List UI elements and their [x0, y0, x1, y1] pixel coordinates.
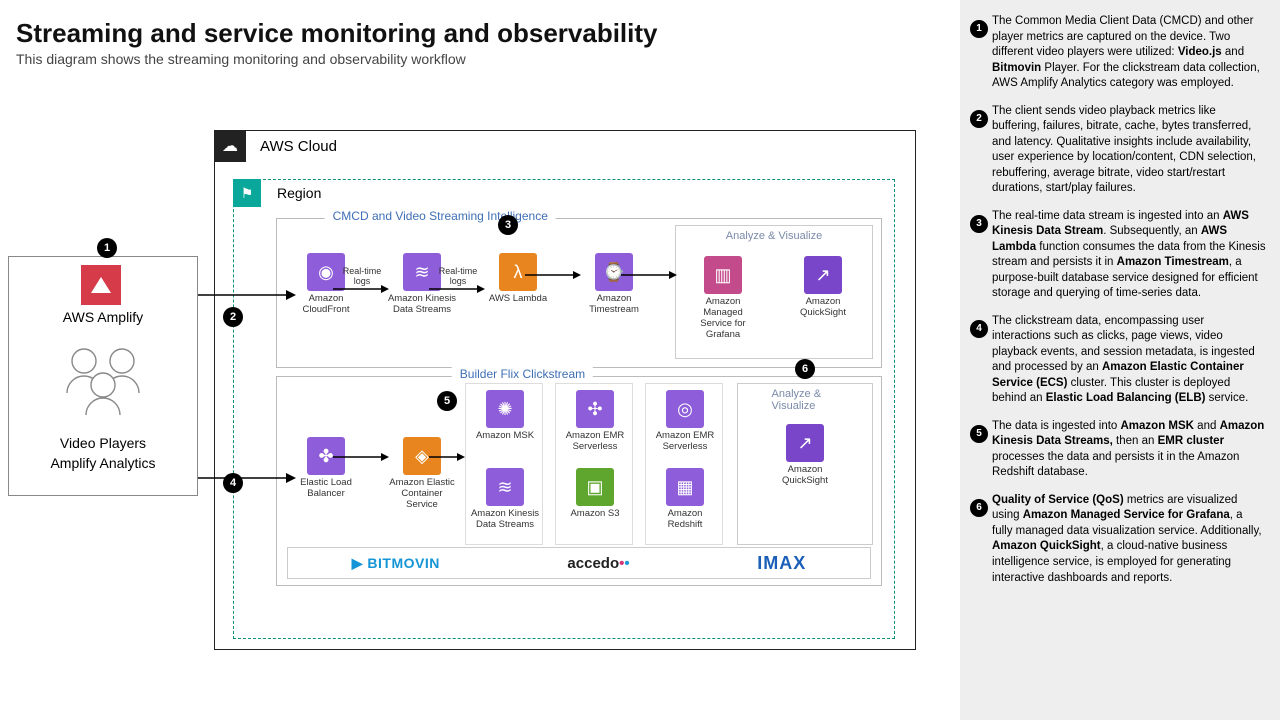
note-badge-1: 1 — [970, 20, 988, 38]
redshift-icon: ▦ — [666, 468, 704, 506]
ecs-label: Amazon Elastic Container Service — [387, 478, 457, 511]
region-icon: ⚑ — [233, 179, 261, 207]
builderflix-section-title: Builder Flix Clickstream — [452, 367, 593, 381]
kinesis-label-bottom: Amazon Kinesis Data Streams — [470, 509, 540, 531]
arrow-kds-lambda — [429, 279, 489, 299]
msk-icon: ✺ — [486, 390, 524, 428]
kinesis-icon-bottom: ≋ — [486, 468, 524, 506]
note-badge-3: 3 — [970, 215, 988, 233]
bitmovin-logo: ▶ BITMOVIN — [352, 555, 440, 572]
note-text-4: The clickstream data, encompassing user … — [992, 314, 1266, 407]
svc-msk: ✺ Amazon MSK — [470, 390, 540, 442]
note-row-1: 1The Common Media Client Data (CMCD) and… — [970, 14, 1266, 92]
quicksight-icon: ↗ — [804, 256, 842, 294]
analyze-visualize-bottom: Analyze & Visualize ↗ Amazon QuickSight — [737, 383, 873, 545]
svc-redshift: ▦ Amazon Redshift — [650, 468, 720, 531]
arrow-ecs-out — [429, 447, 469, 467]
page-subtitle: This diagram shows the streaming monitor… — [16, 51, 944, 67]
step-badge-4: 4 — [223, 473, 243, 493]
note-text-5: The data is ingested into Amazon MSK and… — [992, 419, 1266, 481]
emr-label-1: Amazon EMR Serverless — [560, 431, 630, 453]
region-box: ⚑ Region CMCD and Video Streaming Intell… — [233, 179, 895, 639]
note-row-5: 5The data is ingested into Amazon MSK an… — [970, 419, 1266, 481]
emr-icon-1: ✣ — [576, 390, 614, 428]
note-badge-4: 4 — [970, 320, 988, 338]
svc-emr-1: ✣ Amazon EMR Serverless — [560, 390, 630, 453]
note-row-4: 4The clickstream data, encompassing user… — [970, 314, 1266, 407]
partners-strip: ▶ BITMOVIN accedo•• IMAX — [287, 547, 871, 579]
quicksight-label-bottom: Amazon QuickSight — [770, 465, 840, 487]
svc-quicksight-bottom: ↗ Amazon QuickSight — [770, 424, 840, 487]
quicksight-icon-bottom: ↗ — [786, 424, 824, 462]
msk-kds-column: ✺ Amazon MSK ≋ Amazon Kinesis Data Strea… — [465, 383, 543, 545]
aws-amplify-label: AWS Amplify — [9, 309, 197, 325]
notes-sidebar: 1The Common Media Client Data (CMCD) and… — [960, 0, 1280, 720]
svc-kinesis-bottom: ≋ Amazon Kinesis Data Streams — [470, 468, 540, 531]
step-badge-2: 2 — [223, 307, 243, 327]
arrow-client-elb — [198, 468, 298, 498]
emr-s3-column: ✣ Amazon EMR Serverless ▣ Amazon S3 — [555, 383, 633, 545]
video-players-label: Video Players — [9, 435, 197, 451]
note-text-6: Quality of Service (QoS) metrics are vis… — [992, 493, 1266, 586]
svc-emr-2: ◎ Amazon EMR Serverless — [650, 390, 720, 453]
diagram: 1 AWS Amplify Video Players Amplify Anal… — [16, 130, 926, 660]
emr-redshift-column: ◎ Amazon EMR Serverless ▦ Amazon Redshif… — [645, 383, 723, 545]
svc-grafana: ▥ Amazon Managed Service for Grafana — [688, 256, 758, 341]
arrow-lambda-ts — [525, 265, 585, 285]
redshift-label: Amazon Redshift — [650, 509, 720, 531]
aws-cloud-box: ☁ AWS Cloud ⚑ Region CMCD and Video Stre… — [214, 130, 916, 650]
imax-logo: IMAX — [757, 553, 806, 574]
aws-cloud-label: AWS Cloud — [260, 138, 337, 155]
grafana-label: Amazon Managed Service for Grafana — [688, 297, 758, 341]
emr-label-2: Amazon EMR Serverless — [650, 431, 720, 453]
arrow-elb-ecs — [333, 447, 393, 467]
note-row-2: 2The client sends video playback metrics… — [970, 104, 1266, 197]
analyze-visualize-top: Analyze & Visualize ▥ Amazon Managed Ser… — [675, 225, 873, 359]
timestream-label: Amazon Timestream — [579, 294, 649, 316]
svc-quicksight-top: ↗ Amazon QuickSight — [788, 256, 858, 319]
s3-icon: ▣ — [576, 468, 614, 506]
client-box: AWS Amplify Video Players Amplify Analyt… — [8, 256, 198, 496]
note-row-3: 3The real-time data stream is ingested i… — [970, 209, 1266, 302]
amplify-analytics-label: Amplify Analytics — [9, 455, 197, 471]
note-text-3: The real-time data stream is ingested in… — [992, 209, 1266, 302]
analyze-visualize-title-bottom: Analyze & Visualize — [772, 388, 839, 412]
region-label: Region — [277, 185, 321, 201]
note-badge-6: 6 — [970, 499, 988, 517]
grafana-icon: ▥ — [704, 256, 742, 294]
builderflix-section: Builder Flix Clickstream 5 ✤ Elastic Loa… — [276, 376, 882, 586]
aws-amplify-icon — [81, 265, 121, 305]
cloud-icon: ☁ — [214, 130, 246, 162]
step-badge-3: 3 — [498, 215, 518, 235]
arrow-cf-kds — [333, 279, 393, 299]
quicksight-label-top: Amazon QuickSight — [788, 297, 858, 319]
cmcd-section-title: CMCD and Video Streaming Intelligence — [325, 209, 556, 223]
arrow-ts-analyze — [621, 265, 681, 285]
accedo-logo: accedo•• — [567, 555, 629, 572]
note-row-6: 6Quality of Service (QoS) metrics are vi… — [970, 493, 1266, 586]
emr-icon-2: ◎ — [666, 390, 704, 428]
analyze-visualize-title-top: Analyze & Visualize — [726, 230, 822, 242]
elb-label: Elastic Load Balancer — [291, 478, 361, 500]
step-badge-1: 1 — [97, 238, 117, 258]
svc-s3: ▣ Amazon S3 — [560, 468, 630, 520]
msk-label: Amazon MSK — [470, 431, 540, 442]
note-badge-2: 2 — [970, 110, 988, 128]
arrow-client-cloudfront — [198, 285, 298, 315]
s3-label: Amazon S3 — [560, 509, 630, 520]
main-area: Streaming and service monitoring and obs… — [0, 0, 960, 720]
note-text-2: The client sends video playback metrics … — [992, 104, 1266, 197]
page-title: Streaming and service monitoring and obs… — [16, 18, 944, 49]
step-badge-5: 5 — [437, 391, 457, 411]
lambda-label: AWS Lambda — [483, 294, 553, 305]
note-text-1: The Common Media Client Data (CMCD) and … — [992, 14, 1266, 92]
users-icon — [59, 345, 149, 415]
cmcd-section: CMCD and Video Streaming Intelligence 3 … — [276, 218, 882, 368]
step-badge-6: 6 — [795, 359, 815, 379]
note-badge-5: 5 — [970, 425, 988, 443]
